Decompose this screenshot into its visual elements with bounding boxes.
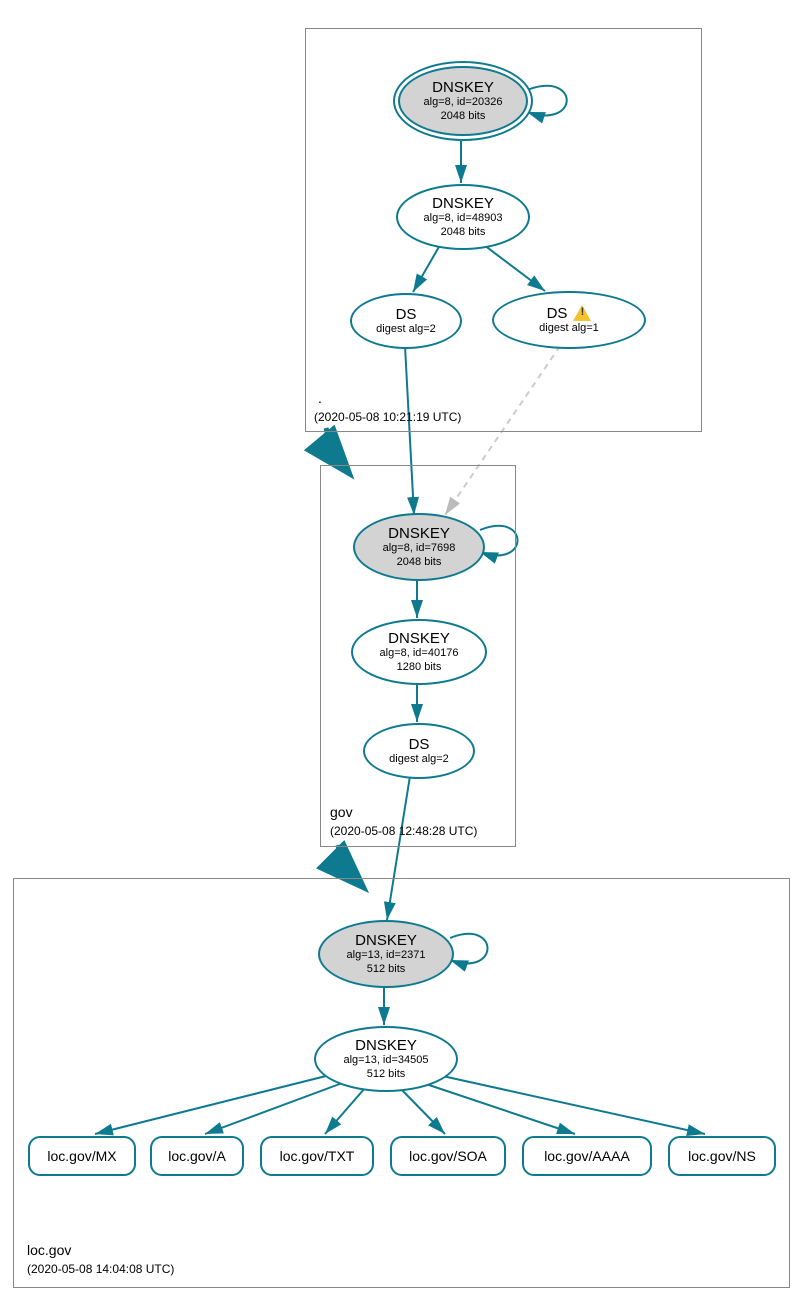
node-sub2: 2048 bits bbox=[441, 110, 486, 123]
node-root-ds2: DS digest alg=2 bbox=[350, 293, 462, 349]
rrset-aaaa: loc.gov/AAAA bbox=[522, 1136, 652, 1176]
zone-root-label: . bbox=[318, 390, 322, 406]
node-sub2: 2048 bits bbox=[397, 556, 442, 569]
node-gov-zsk: DNSKEY alg=8, id=40176 1280 bits bbox=[351, 619, 487, 685]
node-title: DNSKEY bbox=[388, 630, 450, 647]
node-sub1: digest alg=2 bbox=[376, 323, 436, 336]
node-root-ksk: DNSKEY alg=8, id=20326 2048 bits bbox=[398, 66, 528, 136]
node-root-zsk: DNSKEY alg=8, id=48903 2048 bits bbox=[396, 184, 530, 250]
rrset-mx: loc.gov/MX bbox=[28, 1136, 136, 1176]
node-sub1: alg=8, id=20326 bbox=[424, 96, 503, 109]
node-title: DS bbox=[396, 306, 417, 323]
node-sub1: digest alg=2 bbox=[389, 753, 449, 766]
warning-icon bbox=[573, 305, 591, 321]
node-sub1: alg=13, id=34505 bbox=[343, 1054, 428, 1067]
zone-locgov-label: loc.gov bbox=[27, 1242, 71, 1258]
node-gov-ksk: DNSKEY alg=8, id=7698 2048 bits bbox=[353, 513, 485, 581]
node-title: DNSKEY bbox=[432, 79, 494, 96]
node-sub1: alg=13, id=2371 bbox=[347, 949, 426, 962]
node-title: DNSKEY bbox=[388, 525, 450, 542]
node-sub1: alg=8, id=7698 bbox=[383, 542, 456, 555]
rrset-ns: loc.gov/NS bbox=[668, 1136, 776, 1176]
node-root-ds1: DS digest alg=1 bbox=[492, 291, 646, 349]
node-sub1: alg=8, id=40176 bbox=[380, 647, 459, 660]
node-title: DNSKEY bbox=[355, 1037, 417, 1054]
node-title: DNSKEY bbox=[432, 195, 494, 212]
zone-gov-label: gov bbox=[330, 804, 353, 820]
node-title: DS bbox=[547, 305, 568, 322]
node-sub2: 512 bits bbox=[367, 963, 406, 976]
node-loc-ksk: DNSKEY alg=13, id=2371 512 bits bbox=[318, 920, 454, 988]
node-sub1: alg=8, id=48903 bbox=[424, 212, 503, 225]
node-sub2: 2048 bits bbox=[441, 226, 486, 239]
zone-gov-timestamp: (2020-05-08 12:48:28 UTC) bbox=[330, 824, 477, 838]
rrset-label: loc.gov/SOA bbox=[409, 1148, 487, 1164]
rrset-label: loc.gov/TXT bbox=[280, 1148, 355, 1164]
node-title: DNSKEY bbox=[355, 932, 417, 949]
rrset-label: loc.gov/A bbox=[168, 1148, 226, 1164]
node-loc-zsk: DNSKEY alg=13, id=34505 512 bits bbox=[314, 1026, 458, 1092]
zone-root-timestamp: (2020-05-08 10:21:19 UTC) bbox=[314, 410, 461, 424]
node-title: DS bbox=[409, 736, 430, 753]
rrset-label: loc.gov/AAAA bbox=[544, 1148, 630, 1164]
rrset-a: loc.gov/A bbox=[150, 1136, 244, 1176]
rrset-txt: loc.gov/TXT bbox=[260, 1136, 374, 1176]
node-sub2: 1280 bits bbox=[397, 661, 442, 674]
node-sub2: 512 bits bbox=[367, 1068, 406, 1081]
rrset-label: loc.gov/NS bbox=[688, 1148, 756, 1164]
node-sub1: digest alg=1 bbox=[539, 322, 599, 335]
zone-locgov-timestamp: (2020-05-08 14:04:08 UTC) bbox=[27, 1262, 174, 1276]
rrset-soa: loc.gov/SOA bbox=[390, 1136, 506, 1176]
node-gov-ds: DS digest alg=2 bbox=[363, 723, 475, 779]
rrset-label: loc.gov/MX bbox=[47, 1148, 116, 1164]
